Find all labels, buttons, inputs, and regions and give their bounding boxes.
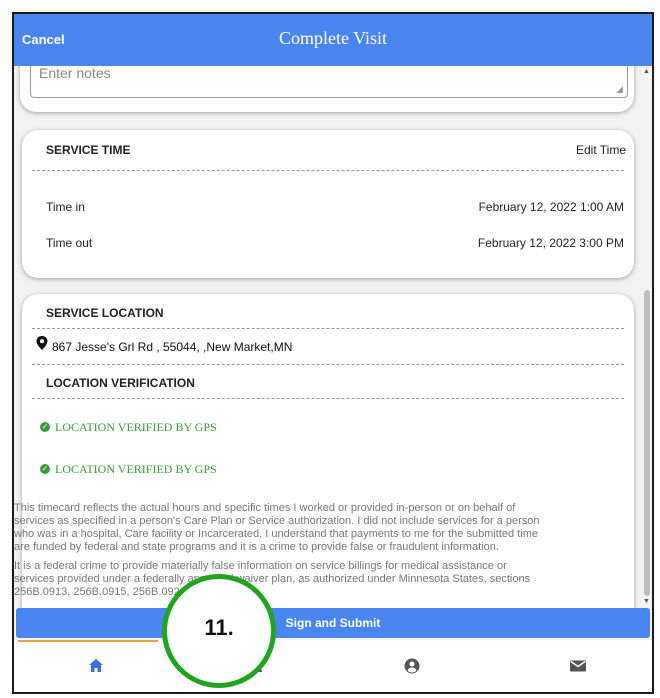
resize-handle-icon[interactable]: ◢ [616, 84, 631, 110]
divider [32, 170, 624, 171]
account-icon[interactable] [400, 654, 424, 678]
edit-time-button[interactable]: Edit Time [576, 143, 626, 157]
sign-and-submit-button[interactable]: Sign and Submit [16, 608, 650, 638]
service-time-heading: SERVICE TIME [46, 143, 131, 157]
federal-crime-paragraph: It is a federal crime to provide materia… [14, 560, 530, 599]
scrollbar-thumb[interactable] [644, 290, 650, 596]
attestation-line: who was in a hospital, Care facility or … [14, 528, 538, 540]
scroll-down-arrow-icon[interactable]: ▼ [643, 598, 650, 605]
home-icon[interactable] [84, 654, 108, 678]
divider [32, 364, 624, 365]
attestation-line: It is a federal crime to provide materia… [14, 560, 507, 572]
location-verification-heading: LOCATION VERIFICATION [46, 376, 195, 390]
time-out-value: February 12, 2022 3:00 PM [477, 236, 624, 250]
bottom-tab-bar [14, 640, 652, 692]
attestation-line: services as specified in a person's Care… [14, 515, 540, 527]
divider [32, 328, 624, 329]
scroll-content[interactable]: Enter notes ◢ SERVICE TIME Edit Time Tim… [14, 66, 642, 608]
service-address: 867 Jesse's Grl Rd , 55044, ,New Market,… [52, 340, 293, 354]
active-tab-indicator [18, 640, 158, 642]
scrollbar[interactable]: ▲ ▼ [642, 66, 652, 608]
step-annotation-circle: 11. [162, 574, 276, 688]
time-out-label: Time out [46, 236, 93, 250]
check-circle-icon: ✓ [40, 422, 50, 432]
attestation-line: services provided under a federally appr… [14, 573, 531, 585]
notes-card: Enter notes ◢ [20, 66, 634, 112]
time-in-label: Time in [46, 200, 85, 214]
attestation-line: are funded by federal and state programs… [14, 541, 499, 553]
location-pin-icon [36, 336, 48, 350]
page-title: Complete Visit [278, 28, 388, 48]
service-time-card: SERVICE TIME Edit Time Time in February … [22, 130, 634, 278]
check-circle-icon: ✓ [40, 464, 50, 474]
scroll-up-arrow-icon[interactable]: ▲ [643, 68, 650, 75]
mail-icon[interactable] [566, 654, 590, 678]
app-frame: Cancel Complete Visit Enter notes ◢ SERV… [12, 12, 654, 694]
gps-verified-status: LOCATION VERIFIED BY GPS [55, 420, 217, 434]
service-location-heading: SERVICE LOCATION [46, 306, 164, 320]
attestation-line: 256B.0913, 256B.0915, 256B.092 [14, 586, 180, 598]
step-number-label: 11. [204, 615, 234, 640]
notes-input[interactable]: Enter notes [30, 66, 628, 98]
attestation-line: This timecard reflects the actual hours … [14, 502, 516, 514]
gps-verified-status: LOCATION VERIFIED BY GPS [55, 462, 217, 476]
attestation-paragraph: This timecard reflects the actual hours … [14, 502, 539, 554]
divider [32, 398, 624, 399]
top-bar: Cancel Complete Visit [14, 14, 652, 66]
time-in-value: February 12, 2022 1:00 AM [478, 200, 624, 214]
